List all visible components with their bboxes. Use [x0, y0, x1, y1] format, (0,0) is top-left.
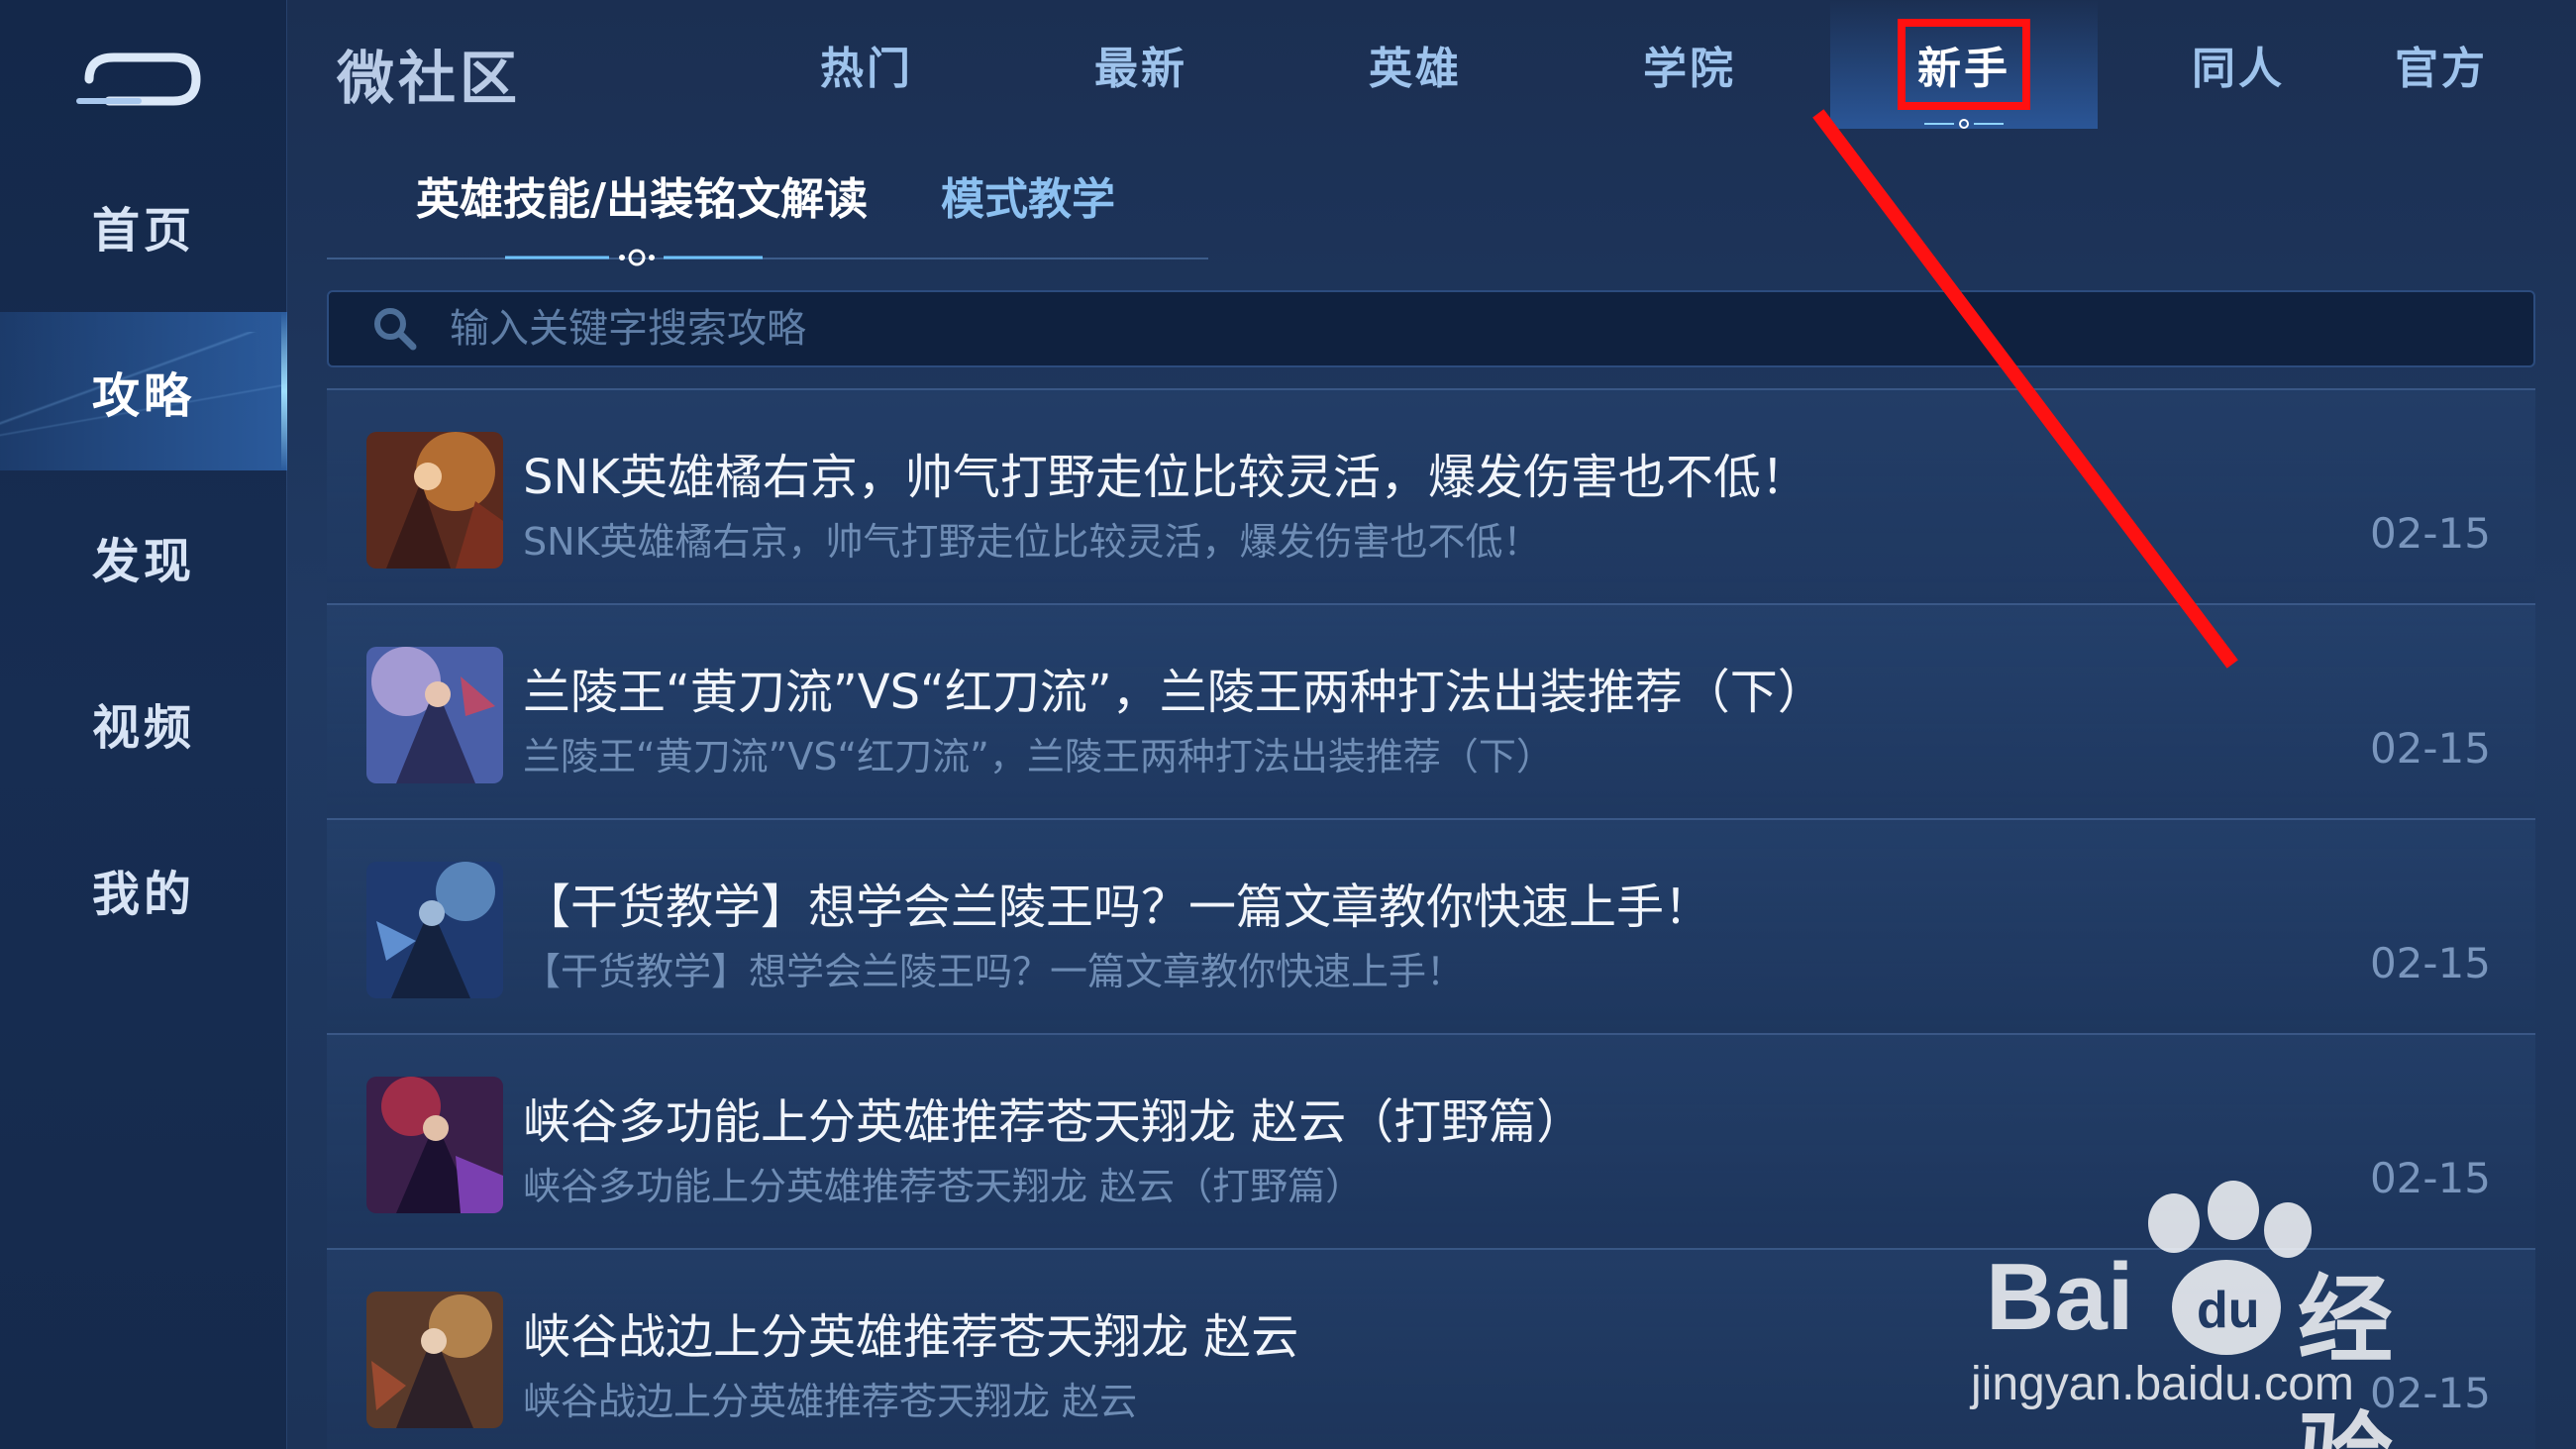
app-brand: 微社区 — [337, 45, 522, 112]
tab-label: 官方 — [2395, 44, 2488, 94]
sidebar-item-label: 攻略 — [91, 368, 195, 424]
tab-label: 热门 — [820, 44, 913, 94]
search-input[interactable] — [450, 294, 2533, 363]
article-title: 峡谷多功能上分英雄推荐苍天翔龙 赵云（打野篇） — [523, 1094, 1585, 1150]
tab-hot[interactable]: 热门 — [733, 0, 1000, 129]
article-subtitle: 【干货教学】想学会兰陵王吗？一篇文章教你快速上手！ — [523, 950, 1465, 993]
subtab-mode-teaching[interactable]: 模式教学 — [941, 163, 1115, 227]
tab-official[interactable]: 官方 — [2308, 0, 2575, 129]
article-thumbnail — [366, 1292, 503, 1428]
tab-latest[interactable]: 最新 — [1007, 0, 1275, 129]
article-date: 02-15 — [2369, 724, 2491, 773]
sidebar: 首页 攻略 发现 视频 我的 — [0, 0, 287, 1449]
sidebar-item-mine[interactable]: 我的 — [0, 810, 287, 969]
article-subtitle: 峡谷多功能上分英雄推荐苍天翔龙 赵云（打野篇） — [523, 1165, 1364, 1208]
article-date: 02-15 — [2369, 939, 2491, 987]
tab-label: 最新 — [1094, 44, 1187, 94]
article-subtitle: 峡谷战边上分英雄推荐苍天翔龙 赵云 — [523, 1380, 1138, 1423]
app-window: 首页 攻略 发现 视频 我的 微社区 热门 最新 英雄 学院 新手 同人 官方 … — [0, 0, 2576, 1449]
active-tab-indicator — [1924, 119, 2004, 129]
article-title: 【干货教学】想学会兰陵王吗？一篇文章教你快速上手！ — [523, 880, 1712, 935]
watermark-brand: Bai — [1986, 1244, 2134, 1350]
sidebar-item-video[interactable]: 视频 — [0, 644, 287, 802]
article-date: 02-15 — [2369, 509, 2491, 558]
tab-heroes[interactable]: 英雄 — [1282, 0, 1549, 129]
article-thumbnail — [366, 432, 503, 569]
list-item[interactable]: SNK英雄橘右京，帅气打野走位比较灵活，爆发伤害也不低！ SNK英雄橘右京，帅气… — [327, 388, 2535, 603]
subtab-hero-skills[interactable]: 英雄技能/出装铭文解读 — [416, 163, 868, 227]
search-icon — [374, 308, 417, 351]
sidebar-item-home[interactable]: 首页 — [0, 147, 287, 305]
top-nav: 微社区 热门 最新 英雄 学院 新手 同人 官方 — [287, 0, 2576, 129]
article-subtitle: 兰陵王“黄刀流”VS“红刀流”，兰陵王两种打法出装推荐（下） — [523, 735, 1554, 778]
search-bar — [327, 290, 2535, 367]
tab-academy[interactable]: 学院 — [1556, 0, 1823, 129]
article-title: 兰陵王“黄刀流”VS“红刀流”，兰陵王两种打法出装推荐（下） — [523, 665, 1825, 720]
tab-label: 学院 — [1643, 44, 1736, 94]
svg-text:du: du — [2197, 1282, 2260, 1339]
sidebar-item-label: 发现 — [91, 534, 195, 589]
tab-newbie[interactable]: 新手 — [1830, 0, 2098, 129]
sidebar-item-label: 视频 — [91, 700, 195, 756]
sidebar-item-label: 我的 — [91, 867, 195, 922]
article-subtitle: SNK英雄橘右京，帅气打野走位比较灵活，爆发伤害也不低！ — [523, 520, 1541, 564]
article-title: SNK英雄橘右京，帅气打野走位比较灵活，爆发伤害也不低！ — [523, 450, 1808, 505]
list-item[interactable]: 兰陵王“黄刀流”VS“红刀流”，兰陵王两种打法出装推荐（下） 兰陵王“黄刀流”V… — [327, 603, 2535, 818]
subtab-active-indicator — [505, 249, 763, 266]
tab-label: 英雄 — [1369, 44, 1462, 94]
sidebar-item-label: 首页 — [91, 203, 195, 259]
sidebar-item-discover[interactable]: 发现 — [0, 477, 287, 636]
watermark-url: jingyan.baidu.com — [1971, 1358, 2354, 1410]
watermark-logo: du Bai 经验 jingyan.baidu.com — [1971, 1169, 2486, 1449]
back-arrow-icon[interactable] — [69, 40, 208, 119]
sidebar-item-guide[interactable]: 攻略 — [0, 312, 287, 470]
tab-label: 同人 — [2192, 44, 2285, 94]
article-thumbnail — [366, 1077, 503, 1213]
tab-label: 新手 — [1898, 19, 2030, 110]
list-item[interactable]: 【干货教学】想学会兰陵王吗？一篇文章教你快速上手！ 【干货教学】想学会兰陵王吗？… — [327, 818, 2535, 1033]
article-title: 峡谷战边上分英雄推荐苍天翔龙 赵云 — [523, 1309, 1299, 1365]
article-thumbnail — [366, 647, 503, 783]
article-thumbnail — [366, 862, 503, 998]
watermark-brand-cn: 经验 — [2298, 1268, 2393, 1449]
